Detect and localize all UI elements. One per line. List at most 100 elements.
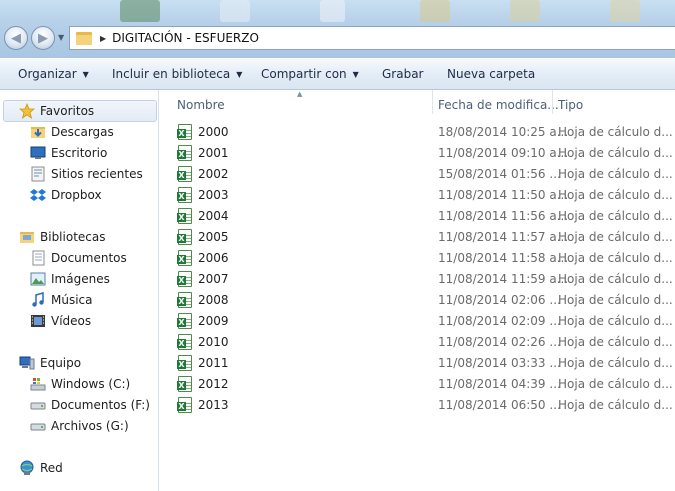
new-folder-label: Nueva carpeta [447,67,536,81]
nav-documents[interactable]: Documentos [30,248,127,268]
nav-computer[interactable]: Equipo [19,353,81,373]
file-row[interactable]: X 2001 11/08/2014 09:10 a... Hoja de cálcul… [160,143,675,164]
file-date-modified: 15/08/2014 01:56 ... [438,167,561,181]
nav-music-label: Música [51,293,93,307]
breadcrumb-arrow-icon[interactable]: ▶ [100,34,106,43]
nav-drive-c[interactable]: Windows (C:) [30,374,130,394]
file-row[interactable]: X 2010 11/08/2014 02:26 ... Hoja de cálculo… [160,332,675,353]
nav-desktop[interactable]: Escritorio [30,143,107,163]
file-row[interactable]: X 2000 18/08/2014 10:25 a... Hoja de cálcul… [160,122,675,143]
excel-file-icon: X [177,355,192,371]
file-date-modified: 18/08/2014 10:25 a... [438,125,569,139]
nav-desktop-label: Escritorio [51,146,108,160]
system-drive-icon [30,378,46,391]
nav-recent-places-label: Sitios recientes [51,167,143,181]
nav-libraries[interactable]: Bibliotecas [19,227,105,247]
new-folder-button[interactable]: Nueva carpeta [447,67,535,81]
column-header-date-label: Fecha de modifica... [438,98,559,112]
computer-icon [19,356,35,370]
column-divider[interactable] [432,90,433,114]
column-header-type-label: Tipo [558,98,584,112]
background-blur [320,0,345,22]
file-date-modified: 11/08/2014 11:58 a... [438,251,569,265]
nav-videos[interactable]: Vídeos [30,311,91,331]
excel-file-icon: X [177,376,192,392]
nav-network-label: Red [40,461,63,475]
excel-file-icon: X [177,124,192,140]
file-row[interactable]: X 2008 11/08/2014 02:06 ... Hoja de cálculo… [160,290,675,311]
file-row[interactable]: X 2002 15/08/2014 01:56 ... Hoja de cálculo… [160,164,675,185]
excel-file-icon: X [177,250,192,266]
nav-recent-places[interactable]: Sitios recientes [30,164,143,184]
column-header-date[interactable]: Fecha de modifica... [438,95,559,115]
forward-arrow-icon: ▶ [38,30,48,46]
file-name: 2010 [198,335,229,349]
background-blur [610,0,640,22]
nav-drive-g[interactable]: Archivos (G:) [30,416,129,436]
nav-drive-g-label: Archivos (G:) [51,419,129,433]
file-type: Hoja de cálculo d... [558,293,673,307]
file-type: Hoja de cálculo d... [558,209,673,223]
column-header-name-label: Nombre [177,98,225,112]
nav-drive-c-label: Windows (C:) [51,377,131,391]
nav-videos-label: Vídeos [51,314,92,328]
nav-favorites[interactable]: Favoritos [3,100,157,122]
recent-places-icon [31,166,45,182]
back-button[interactable]: ◀ [4,26,28,50]
star-icon [19,103,35,119]
forward-button[interactable]: ▶ [31,26,55,50]
burn-button[interactable]: Grabar [382,67,424,81]
file-name: 2009 [198,314,229,328]
file-type: Hoja de cálculo d... [558,251,673,265]
file-type: Hoja de cálculo d... [558,356,673,370]
dropdown-arrow-icon: ▼ [236,69,243,79]
address-path[interactable]: DIGITACIÓN - ESFUERZO [112,31,259,45]
excel-file-icon: X [177,187,192,203]
file-type: Hoja de cálculo d... [558,335,673,349]
column-header-type[interactable]: Tipo [558,95,668,115]
include-in-library-button[interactable]: Incluir en biblioteca ▼ [112,67,242,81]
background-blur [220,0,250,22]
file-name: 2000 [198,125,229,139]
file-type: Hoja de cálculo d... [558,377,673,391]
column-header-name[interactable]: Nombre [177,95,427,115]
nav-music[interactable]: Música [30,290,93,310]
nav-documents-label: Documentos [51,251,127,265]
file-row[interactable]: X 2003 11/08/2014 11:50 a... Hoja de cálcul… [160,185,675,206]
file-type: Hoja de cálculo d... [558,125,673,139]
file-row[interactable]: X 2011 11/08/2014 03:33 ... Hoja de cálculo… [160,353,675,374]
dropdown-arrow-icon: ▼ [82,69,89,79]
hard-drive-icon [30,423,46,431]
hard-drive-icon [30,402,46,410]
nav-images-label: Imágenes [51,272,110,286]
file-row[interactable]: X 2007 11/08/2014 11:59 a... Hoja de cálcul… [160,269,675,290]
file-row[interactable]: X 2013 11/08/2014 06:50 ... Hoja de cálculo… [160,395,675,416]
folder-icon [76,31,92,45]
share-with-button[interactable]: Compartir con ▼ [261,67,359,81]
excel-file-icon: X [177,271,192,287]
file-row[interactable]: X 2009 11/08/2014 02:09 ... Hoja de cálculo… [160,311,675,332]
nav-downloads[interactable]: Descargas [30,122,114,142]
nav-dropbox[interactable]: Dropbox [30,185,102,205]
file-date-modified: 11/08/2014 02:06 ... [438,293,561,307]
window-titlebar: ◀ ▶ ▼ ▶ DIGITACIÓN - ESFUERZO [0,0,675,58]
nav-network[interactable]: Red [19,458,63,478]
desktop-icon [30,146,46,159]
file-row[interactable]: X 2004 11/08/2014 11:56 a... Hoja de cálcul… [160,206,675,227]
file-name: 2005 [198,230,229,244]
organize-button[interactable]: Organizar ▼ [18,67,89,81]
nav-images[interactable]: Imágenes [30,269,110,289]
back-arrow-icon: ◀ [11,30,21,46]
file-row[interactable]: X 2006 11/08/2014 11:58 a... Hoja de cálcul… [160,248,675,269]
file-type: Hoja de cálculo d... [558,167,673,181]
column-divider[interactable] [552,90,553,114]
file-row[interactable]: X 2012 11/08/2014 04:39 ... Hoja de cálculo… [160,374,675,395]
file-type: Hoja de cálculo d... [558,272,673,286]
file-name: 2008 [198,293,229,307]
recent-pages-dropdown-icon[interactable]: ▼ [58,33,64,42]
nav-drive-f[interactable]: Documentos (F:) [30,395,150,415]
file-row[interactable]: X 2005 11/08/2014 11:57 a... Hoja de cálcul… [160,227,675,248]
music-icon [32,292,44,307]
share-with-label: Compartir con [261,67,347,81]
address-bar[interactable]: ▶ DIGITACIÓN - ESFUERZO [69,26,675,50]
